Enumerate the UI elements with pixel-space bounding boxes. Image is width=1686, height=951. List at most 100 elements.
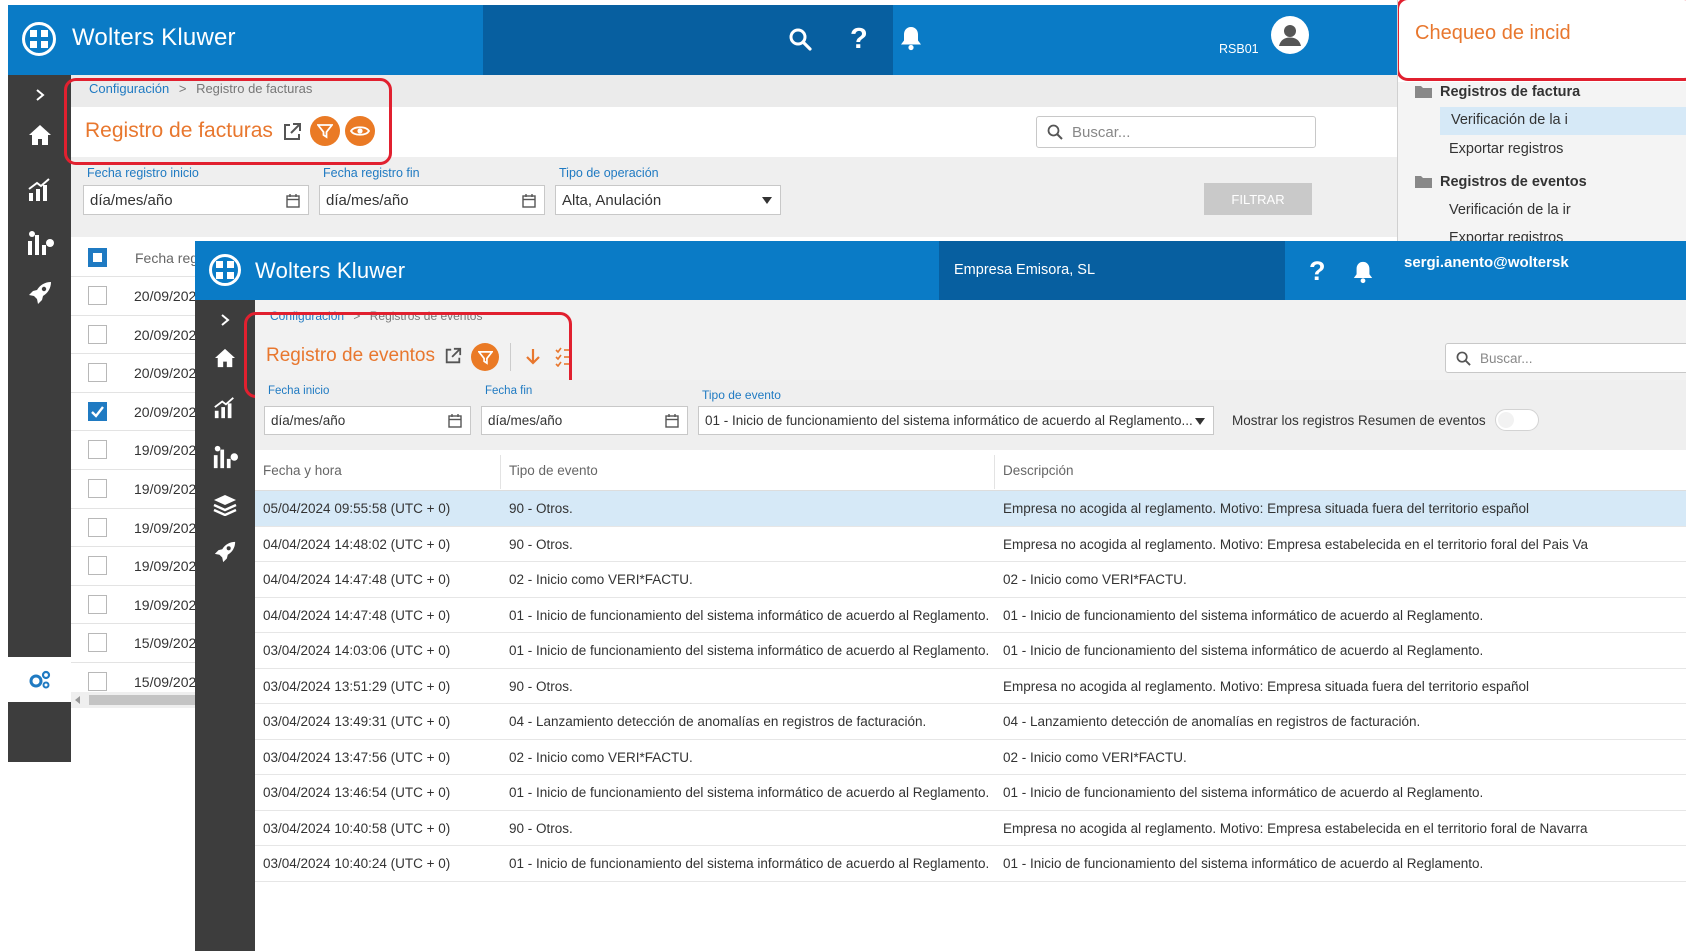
cell-fecha: 03/04/2024 13:49:31 (UTC + 0) (263, 714, 451, 729)
help-icon[interactable]: ? (1309, 256, 1326, 287)
tree-item[interactable]: Verificación de la i (1440, 107, 1686, 135)
header-center-band (483, 5, 893, 75)
row-checkbox[interactable] (88, 633, 107, 653)
tree-item[interactable]: Registros de eventos (1415, 174, 1587, 190)
row-checkbox[interactable] (88, 401, 107, 421)
cell-descripcion: 01 - Inicio de funcionamiento del sistem… (1003, 643, 1484, 658)
search-icon[interactable] (788, 27, 812, 51)
reports-icon[interactable] (195, 437, 255, 477)
start-date-value: día/mes/año (271, 413, 346, 428)
row-checkbox[interactable] (88, 479, 107, 498)
avatar[interactable] (1271, 16, 1309, 54)
tree-item[interactable]: Verificación de la ir (1449, 202, 1571, 218)
table-row[interactable]: 03/04/2024 10:40:24 (UTC + 0) 01 - Inicio… (255, 846, 1686, 882)
select-all-checkbox[interactable] (88, 248, 107, 267)
help-icon[interactable]: ? (850, 23, 868, 56)
cell-fecha: 04/04/2024 14:47:48 (UTC + 0) (263, 572, 451, 587)
reports-icon[interactable] (8, 223, 71, 263)
cell-fecha: 04/04/2024 14:48:02 (UTC + 0) (263, 536, 451, 552)
home-icon[interactable] (8, 115, 71, 155)
start-date-label: Fecha inicio (268, 385, 330, 397)
cell-fecha: 05/04/2024 09:55:58 (UTC + 0) (263, 501, 451, 516)
rocket-icon[interactable] (195, 532, 255, 572)
row-checkbox[interactable] (88, 324, 107, 344)
settings-nav-item[interactable] (8, 657, 71, 702)
table-row[interactable]: 03/04/2024 10:40:58 (UTC + 0) 90 - Otros.… (255, 811, 1686, 846)
table-header (255, 450, 1686, 491)
cell-tipo: 01 - Inicio de funcionamiento del sistem… (509, 785, 990, 800)
sidebar (8, 75, 71, 762)
toggle-knob (1498, 412, 1514, 428)
start-date-field[interactable]: día/mes/año (83, 185, 309, 215)
wolters-kluwer-logo-icon[interactable] (209, 254, 241, 286)
column-header-descripcion[interactable]: Descripción (1003, 463, 1074, 478)
start-date-field[interactable]: día/mes/año (264, 406, 471, 435)
wolters-kluwer-logo-icon[interactable] (22, 22, 56, 56)
table-row[interactable]: 03/04/2024 13:51:29 (UTC + 0) 90 - Otros.… (255, 669, 1686, 704)
column-header-fecha[interactable]: Fecha y hora (263, 463, 342, 478)
end-date-field[interactable]: día/mes/año (481, 406, 688, 435)
row-checkbox[interactable] (88, 672, 107, 691)
company-name[interactable]: Empresa Emisora, SL (954, 262, 1095, 278)
row-checkbox[interactable] (88, 440, 107, 460)
filter-submit-button[interactable]: FILTRAR (1204, 183, 1312, 215)
user-email[interactable]: sergi.anento@woltersk (1404, 254, 1569, 271)
analytics-icon[interactable] (8, 170, 71, 210)
cell-tipo: 90 - Otros. (509, 501, 573, 516)
start-date-label: Fecha registro inicio (87, 166, 199, 180)
row-date: 19/09/202 (134, 596, 197, 613)
end-date-label: Fecha registro fin (323, 166, 420, 180)
row-checkbox[interactable] (88, 517, 107, 537)
row-checkbox[interactable] (88, 363, 107, 383)
bell-icon[interactable] (1352, 260, 1374, 284)
summary-toggle[interactable] (1495, 409, 1539, 431)
cell-fecha: 03/04/2024 13:47:56 (UTC + 0) (263, 749, 451, 765)
column-header-tipo[interactable]: Tipo de evento (509, 463, 598, 478)
tree-item[interactable]: Exportar registros (1449, 141, 1563, 157)
search-placeholder: Buscar... (1480, 350, 1533, 366)
table-row[interactable]: 04/04/2024 14:47:48 (UTC + 0) 01 - Inicio… (255, 598, 1686, 633)
annotation-highlight (64, 78, 392, 165)
row-checkbox[interactable] (88, 556, 107, 576)
table-row[interactable]: 04/04/2024 14:47:48 (UTC + 0) 02 - Inicio… (255, 562, 1686, 598)
event-register-window: Wolters Kluwer Empresa Emisora, SL ? ser… (195, 241, 1686, 951)
folder-icon (1415, 86, 1432, 98)
cell-fecha: 03/04/2024 13:46:54 (UTC + 0) (263, 785, 451, 800)
cell-tipo: 90 - Otros. (509, 678, 573, 694)
table-row[interactable]: 04/04/2024 14:48:02 (UTC + 0) 90 - Otros.… (255, 527, 1686, 562)
search-box[interactable]: Buscar... (1445, 343, 1686, 373)
row-date: 15/09/202 (134, 635, 197, 652)
scrollbar-thumb[interactable] (89, 695, 207, 705)
tree-item[interactable]: Registros de factura (1415, 84, 1580, 100)
row-date: 19/09/202 (134, 519, 197, 536)
event-type-select[interactable]: 01 - Inicio de funcionamiento del sistem… (698, 406, 1214, 435)
cell-descripcion: Empresa no acogida al reglamento. Motivo… (1003, 820, 1588, 836)
table-row[interactable]: 05/04/2024 09:55:58 (UTC + 0) 90 - Otros.… (255, 491, 1686, 527)
bell-icon[interactable] (899, 25, 923, 51)
column-divider (994, 455, 995, 489)
operation-type-value: Alta, Anulación (562, 191, 662, 209)
end-date-field[interactable]: día/mes/año (319, 185, 545, 215)
horizontal-scrollbar[interactable] (71, 692, 211, 708)
cell-tipo: 01 - Inicio de funcionamiento del sistem… (509, 607, 990, 623)
layers-icon[interactable] (195, 485, 255, 525)
sidebar (195, 300, 255, 951)
expand-chevron-icon[interactable] (8, 75, 71, 115)
cell-fecha: 04/04/2024 14:47:48 (UTC + 0) (263, 607, 451, 623)
table-row[interactable]: 03/04/2024 13:47:56 (UTC + 0) 02 - Inicio… (255, 740, 1686, 775)
search-placeholder: Buscar... (1072, 123, 1131, 141)
table-row[interactable]: 03/04/2024 13:49:31 (UTC + 0) 04 - Lanzam… (255, 704, 1686, 740)
row-checkbox[interactable] (88, 594, 107, 614)
row-date: 19/09/202 (134, 442, 197, 459)
scroll-left-icon[interactable] (75, 696, 80, 704)
table-row[interactable]: 03/04/2024 13:46:54 (UTC + 0) 01 - Inicio… (255, 775, 1686, 811)
table-row[interactable]: 03/04/2024 14:03:06 (UTC + 0) 01 - Inicio… (255, 633, 1686, 669)
incident-check-panel: Chequeo de incid Registros de factura Ver… (1397, 0, 1686, 243)
analytics-icon[interactable] (195, 388, 255, 428)
dropdown-arrow-icon (762, 197, 772, 204)
row-date: 19/09/202 (134, 481, 197, 497)
operation-type-select[interactable]: Alta, Anulación (555, 185, 781, 215)
search-box[interactable]: Buscar... (1036, 116, 1316, 148)
row-checkbox[interactable] (88, 286, 107, 305)
rocket-icon[interactable] (8, 273, 71, 313)
